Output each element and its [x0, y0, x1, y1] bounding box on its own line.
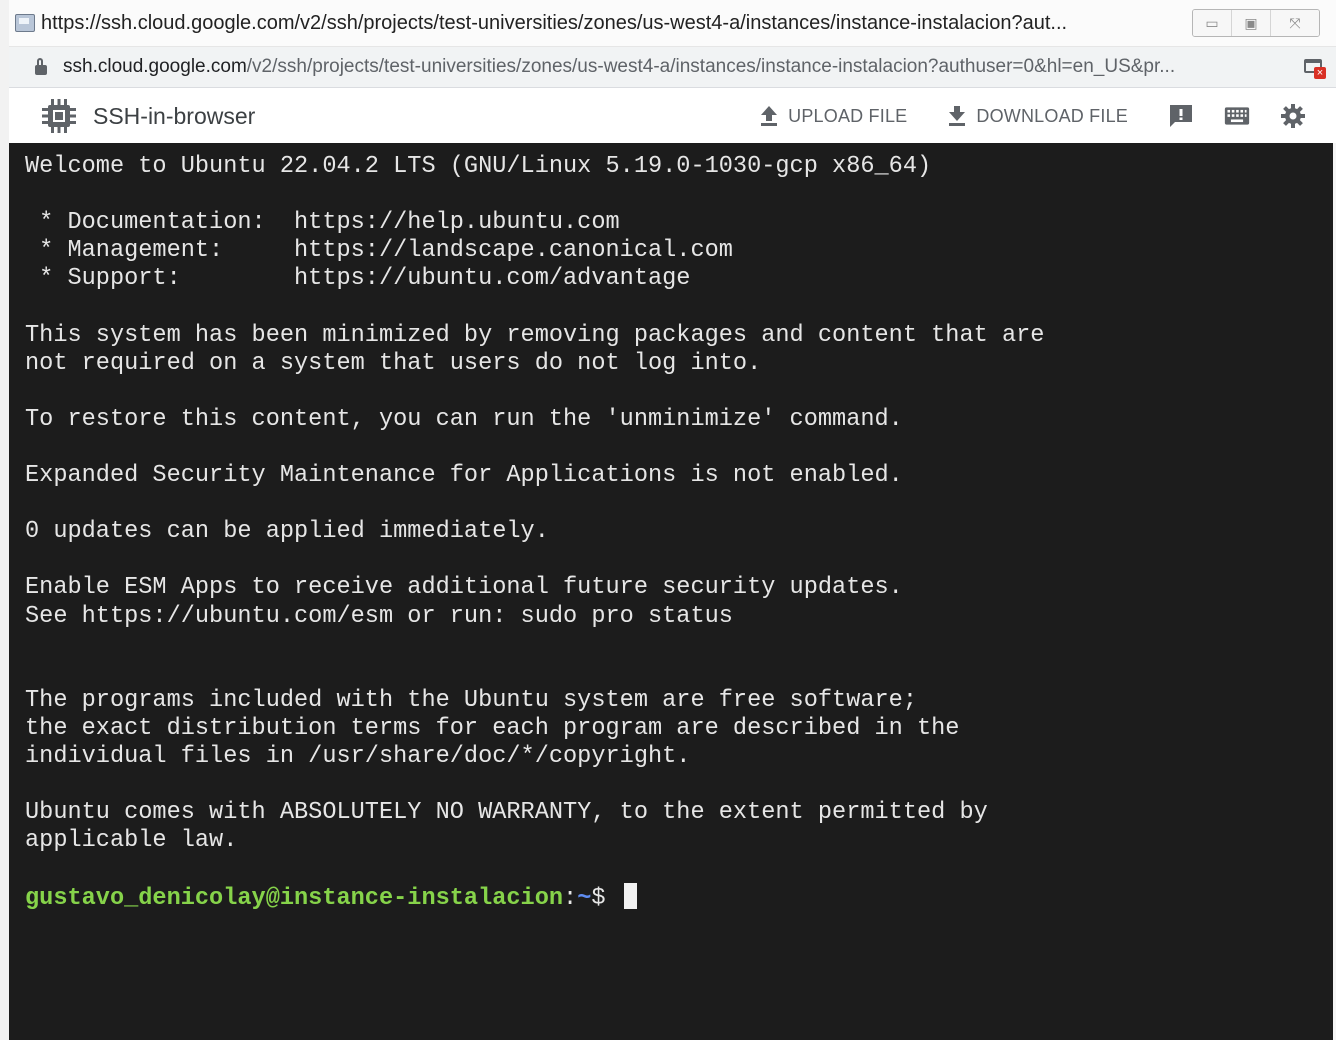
- maximize-button[interactable]: ▣: [1232, 10, 1271, 36]
- address-bar[interactable]: ssh.cloud.google.com/v2/ssh/projects/tes…: [9, 47, 1336, 88]
- window-titlebar: https://ssh.cloud.google.com/v2/ssh/proj…: [9, 0, 1336, 47]
- chip-icon: [42, 99, 76, 133]
- prompt-symbol: $: [591, 885, 620, 912]
- terminal-output: Welcome to Ubuntu 22.04.2 LTS (GNU/Linux…: [25, 153, 1045, 855]
- lock-icon[interactable]: [35, 58, 47, 75]
- prompt-separator: :: [563, 885, 578, 912]
- url-path: /v2/ssh/projects/test-universities/zones…: [246, 56, 1176, 77]
- terminal-prompt[interactable]: gustavo_denicolay@instance-instalacion:~…: [25, 883, 637, 913]
- download-file-button[interactable]: DOWNLOAD FILE: [947, 105, 1128, 127]
- feedback-icon: [1170, 105, 1192, 127]
- keyboard-icon: [1224, 107, 1250, 125]
- prompt-path: ~: [577, 885, 592, 912]
- settings-icon: [1281, 104, 1305, 128]
- toolbar-actions: UPLOAD FILE DOWNLOAD FILE: [759, 88, 1336, 144]
- download-icon: [949, 106, 966, 126]
- browser-window: https://ssh.cloud.google.com/v2/ssh/proj…: [9, 0, 1336, 1040]
- upload-icon: [761, 106, 778, 126]
- url-host: ssh.cloud.google.com: [63, 56, 247, 77]
- window-controls: ▭ ▣ ⤧: [1192, 9, 1320, 37]
- close-tab-icon[interactable]: [1304, 59, 1326, 79]
- upload-file-label: UPLOAD FILE: [788, 105, 908, 126]
- app-title: SSH-in-browser: [93, 102, 256, 129]
- close-button[interactable]: ⤧: [1271, 10, 1319, 36]
- upload-file-button[interactable]: UPLOAD FILE: [759, 105, 907, 127]
- minimize-button[interactable]: ▭: [1193, 10, 1232, 36]
- window-title: https://ssh.cloud.google.com/v2/ssh/proj…: [41, 11, 1068, 34]
- terminal-cursor: [623, 883, 637, 909]
- prompt-user-host: gustavo_denicolay@instance-instalacion: [25, 885, 564, 912]
- window-app-icon: [15, 14, 35, 32]
- keyboard-button[interactable]: [1224, 103, 1250, 129]
- ssh-toolbar: SSH-in-browser UPLOAD FILE DOWNLOAD FILE: [9, 88, 1336, 144]
- feedback-button[interactable]: [1168, 103, 1194, 129]
- settings-button[interactable]: [1280, 103, 1306, 129]
- terminal[interactable]: Welcome to Ubuntu 22.04.2 LTS (GNU/Linux…: [9, 143, 1333, 1040]
- download-file-label: DOWNLOAD FILE: [976, 105, 1128, 126]
- url-text[interactable]: ssh.cloud.google.com/v2/ssh/projects/tes…: [63, 56, 1273, 78]
